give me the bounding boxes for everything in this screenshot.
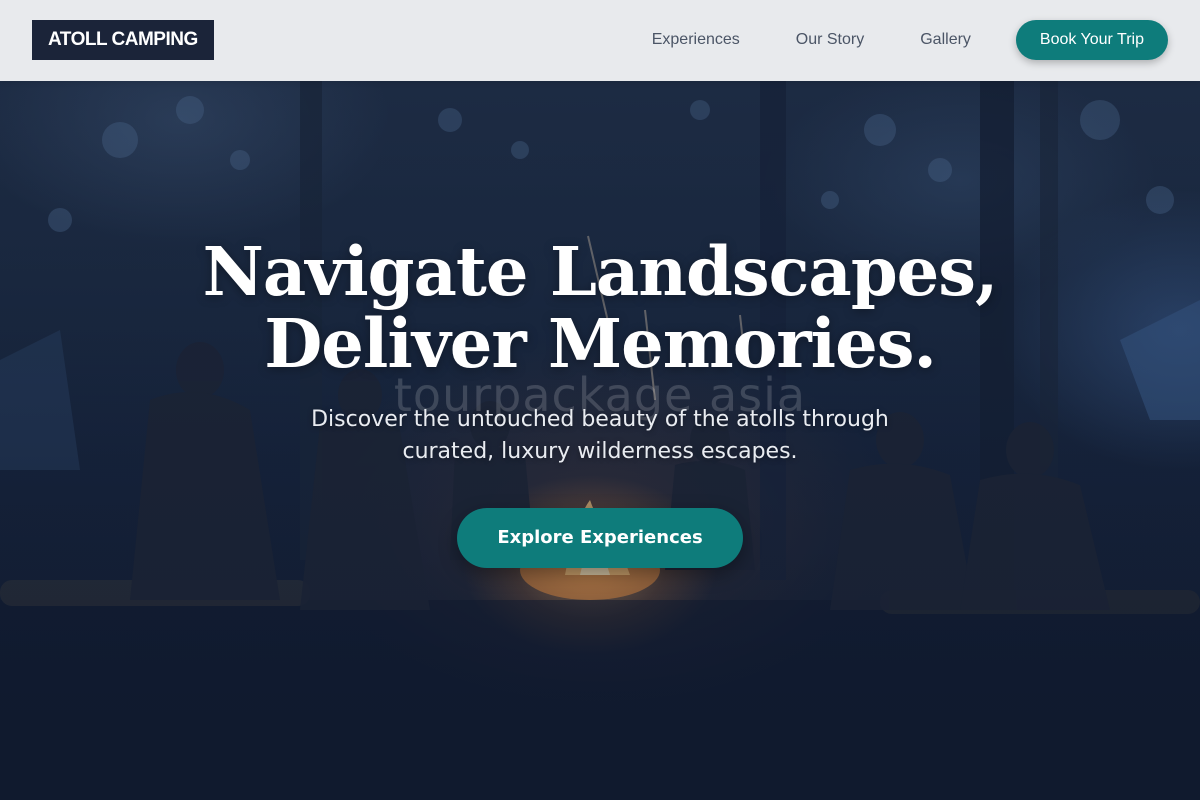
hero-section: Navigate Landscapes, Deliver Memories. D… <box>0 236 1200 568</box>
hero-title-line-1: Navigate Landscapes, <box>202 232 999 311</box>
nav-links: Experiences Our Story Gallery Book Your … <box>652 20 1168 60</box>
top-navbar: ATOLL CAMPING Experiences Our Story Gall… <box>0 0 1200 81</box>
landing-page: tourpackage asia ATOLL CAMPING Experienc… <box>0 0 1200 800</box>
nav-link-experiences[interactable]: Experiences <box>652 20 740 60</box>
explore-experiences-button[interactable]: Explore Experiences <box>457 508 743 568</box>
nav-link-gallery[interactable]: Gallery <box>920 20 971 60</box>
hero-title: Navigate Landscapes, Deliver Memories. <box>0 236 1200 380</box>
brand-logo[interactable]: ATOLL CAMPING <box>32 20 214 60</box>
nav-link-our-story[interactable]: Our Story <box>796 20 864 60</box>
hero-subtitle: Discover the untouched beauty of the ato… <box>311 407 889 464</box>
book-trip-button[interactable]: Book Your Trip <box>1015 20 1168 60</box>
hero-title-line-2: Deliver Memories. <box>264 304 937 383</box>
